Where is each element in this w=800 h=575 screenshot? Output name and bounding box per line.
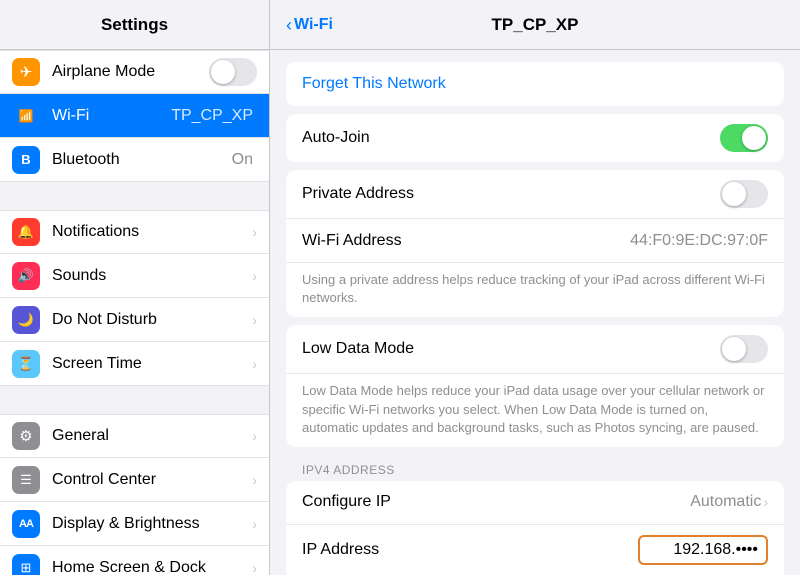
general-icon: ⚙ [12,422,40,450]
wifi-address-label: Wi-Fi Address [302,232,630,250]
forget-network-section: Forget This Network [286,62,784,106]
detail-header: ‹ Wi-Fi TP_CP_XP [270,15,800,35]
detail-title: TP_CP_XP [492,15,579,35]
sidebar-item-screentime[interactable]: ⏳ Screen Time › [0,342,269,386]
back-label: Wi-Fi [294,16,333,34]
sidebar-item-label-homescreen: Home Screen & Dock [52,559,240,575]
sidebar-item-label-control: Control Center [52,471,240,489]
notifications-icon: 🔔 [12,218,40,246]
configure-ip-value-container: Automatic › [690,493,768,511]
wifi-address-value: 44:F0:9E:DC:97:0F [630,232,768,250]
low-data-mode-row: Low Data Mode [286,325,784,374]
configure-ip-row[interactable]: Configure IP Automatic › [286,481,784,525]
low-data-mode-label: Low Data Mode [302,340,720,358]
screentime-chevron-icon: › [252,356,257,372]
back-chevron-icon: ‹ [286,16,292,34]
sidebar-item-value-bluetooth: On [232,151,253,169]
sidebar: ✈ Airplane Mode 📶 Wi-Fi TP_CP_XP B Bluet… [0,50,270,575]
sidebar-item-general[interactable]: ⚙ General › [0,414,269,458]
sidebar-item-notifications[interactable]: 🔔 Notifications › [0,210,269,254]
sidebar-item-wifi[interactable]: 📶 Wi-Fi TP_CP_XP [0,94,269,138]
sidebar-item-label-sounds: Sounds [52,267,240,285]
low-data-mode-toggle[interactable] [720,335,768,363]
auto-join-section: Auto-Join [286,114,784,162]
sidebar-item-homescreen[interactable]: ⊞ Home Screen & Dock › [0,546,269,575]
sidebar-item-label-general: General [52,427,240,445]
configure-ip-chevron-icon: › [763,494,768,510]
sidebar-gap-2 [0,386,269,414]
back-button[interactable]: ‹ Wi-Fi [286,16,333,34]
private-address-toggle[interactable] [720,180,768,208]
auto-join-toggle[interactable] [720,124,768,152]
private-address-label: Private Address [302,185,720,203]
sidebar-item-value-wifi: TP_CP_XP [171,107,253,125]
sidebar-section-system: ⚙ General › ☰ Control Center › AA Displa… [0,414,269,575]
sidebar-item-label-screentime: Screen Time [52,355,240,373]
sidebar-section-alerts: 🔔 Notifications › 🔊 Sounds › 🌙 Do Not Di… [0,210,269,386]
ip-address-label: IP Address [302,541,638,559]
ipv4-section: Configure IP Automatic › IP Address 192.… [286,481,784,575]
low-data-section: Low Data Mode Low Data Mode helps reduce… [286,325,784,447]
sidebar-item-control[interactable]: ☰ Control Center › [0,458,269,502]
ipv4-section-header: IPV4 ADDRESS [270,455,800,481]
sidebar-header: Settings [0,0,270,49]
ip-address-row: IP Address 192.168.•••• [286,525,784,575]
sidebar-item-sounds[interactable]: 🔊 Sounds › [0,254,269,298]
address-section: Private Address Wi-Fi Address 44:F0:9E:D… [286,170,784,317]
sounds-chevron-icon: › [252,268,257,284]
sidebar-item-label-wifi: Wi-Fi [52,107,159,125]
sidebar-item-label-display: Display & Brightness [52,515,240,533]
configure-ip-label: Configure IP [302,493,690,511]
low-data-mode-note: Low Data Mode helps reduce your iPad dat… [286,374,784,447]
settings-title: Settings [101,15,168,35]
app-header: Settings ‹ Wi-Fi TP_CP_XP [0,0,800,50]
sounds-icon: 🔊 [12,262,40,290]
forget-network-row[interactable]: Forget This Network [286,62,784,106]
control-chevron-icon: › [252,472,257,488]
sidebar-item-dnd[interactable]: 🌙 Do Not Disturb › [0,298,269,342]
display-chevron-icon: › [252,516,257,532]
airplane-icon: ✈ [12,58,40,86]
dnd-icon: 🌙 [12,306,40,334]
sidebar-item-label-bluetooth: Bluetooth [52,151,220,169]
dnd-chevron-icon: › [252,312,257,328]
detail-pane: Forget This Network Auto-Join Private Ad… [270,50,800,575]
sidebar-item-label-airplane: Airplane Mode [52,63,197,81]
private-address-note: Using a private address helps reduce tra… [286,263,784,317]
sidebar-item-label-notifications: Notifications [52,223,240,241]
notifications-chevron-icon: › [252,224,257,240]
sidebar-item-label-dnd: Do Not Disturb [52,311,240,329]
auto-join-row: Auto-Join [286,114,784,162]
auto-join-label: Auto-Join [302,129,720,147]
sidebar-item-display[interactable]: AA Display & Brightness › [0,502,269,546]
display-icon: AA [12,510,40,538]
airplane-toggle[interactable] [209,58,257,86]
wifi-icon: 📶 [12,102,40,130]
general-chevron-icon: › [252,428,257,444]
wifi-address-row: Wi-Fi Address 44:F0:9E:DC:97:0F [286,219,784,263]
homescreen-icon: ⊞ [12,554,40,575]
control-icon: ☰ [12,466,40,494]
sidebar-item-airplane[interactable]: ✈ Airplane Mode [0,50,269,94]
screentime-icon: ⏳ [12,350,40,378]
main-content: ✈ Airplane Mode 📶 Wi-Fi TP_CP_XP B Bluet… [0,50,800,575]
sidebar-item-bluetooth[interactable]: B Bluetooth On [0,138,269,182]
sidebar-gap-1 [0,182,269,210]
configure-ip-value: Automatic [690,493,761,511]
sidebar-section-connectivity: ✈ Airplane Mode 📶 Wi-Fi TP_CP_XP B Bluet… [0,50,269,182]
forget-network-label[interactable]: Forget This Network [302,75,446,93]
ip-address-input[interactable]: 192.168.•••• [638,535,768,565]
bluetooth-icon: B [12,146,40,174]
private-address-row: Private Address [286,170,784,219]
homescreen-chevron-icon: › [252,560,257,575]
